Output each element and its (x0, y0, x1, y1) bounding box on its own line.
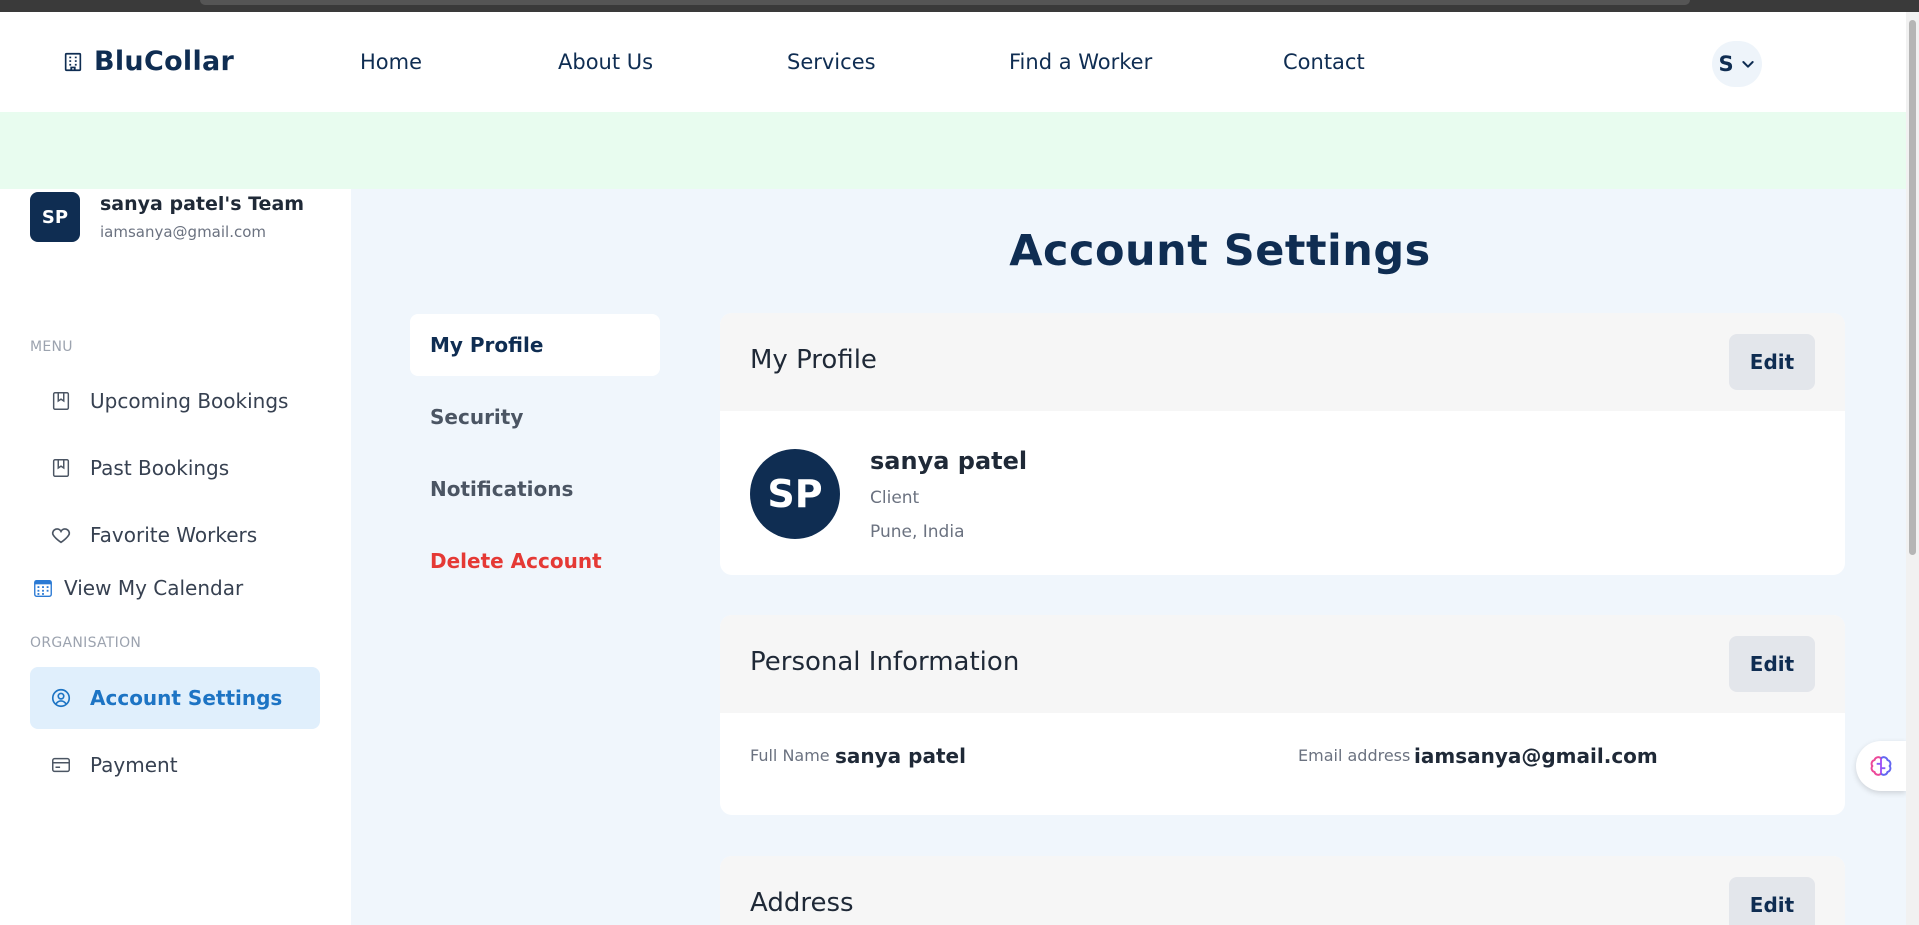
heart-icon (51, 528, 71, 544)
team-email: iamsanya@gmail.com (100, 223, 267, 241)
browser-address-bar-edge (200, 0, 1690, 5)
page-scrollbar[interactable] (1906, 12, 1919, 925)
sidebar-item-label: View My Calendar (64, 576, 244, 600)
email-label: Email address (1298, 746, 1411, 765)
profile-location: Pune, India (870, 522, 965, 542)
sidebar-item-label: Past Bookings (90, 456, 230, 480)
nav-link-home[interactable]: Home (360, 50, 422, 74)
full-name-value: sanya patel (835, 744, 966, 768)
profile-avatar: SP (750, 449, 840, 539)
brain-icon (1870, 756, 1892, 776)
sidebar: SP sanya patel's Team iamsanya@gmail.com… (0, 189, 351, 925)
calendar-icon (34, 579, 52, 597)
my-profile-card: My Profile Edit SP sanya patel Client Pu… (720, 313, 1845, 575)
page-title: Account Settings (1009, 226, 1431, 276)
bookmark-icon (52, 459, 70, 477)
user-initial: S (1718, 52, 1734, 76)
credit-card-icon (52, 757, 70, 773)
scrollbar-thumb[interactable] (1909, 20, 1916, 555)
card-header: My Profile Edit (720, 313, 1845, 411)
sidebar-item-payment[interactable]: Payment (30, 734, 320, 796)
sidebar-item-label: Favorite Workers (90, 523, 258, 547)
sidebar-item-label: Payment (90, 753, 178, 777)
sidebar-item-past-bookings[interactable]: Past Bookings (30, 437, 320, 499)
nav-link-services[interactable]: Services (787, 50, 876, 74)
edit-address-button[interactable]: Edit (1729, 877, 1815, 925)
card-header: Address Edit (720, 856, 1845, 925)
user-menu-button[interactable]: S (1712, 41, 1762, 87)
sidebar-item-account-settings[interactable]: Account Settings (30, 667, 320, 729)
sidebar-item-view-my-calendar[interactable]: View My Calendar (30, 557, 320, 619)
menu-section-label: MENU (30, 339, 73, 355)
chevron-down-icon (1741, 61, 1754, 68)
nav-link-contact[interactable]: Contact (1283, 50, 1365, 74)
subnav-security[interactable]: Security (410, 386, 660, 448)
profile-role: Client (870, 488, 920, 508)
subnav-notifications[interactable]: Notifications (410, 458, 660, 520)
navbar: BluCollar Home About Us Services Find a … (0, 12, 1906, 112)
full-name-label: Full Name (750, 746, 830, 765)
sidebar-item-label: Upcoming Bookings (90, 389, 289, 413)
team-avatar: SP (30, 192, 80, 242)
card-title: Address (750, 888, 854, 918)
profile-summary: SP sanya patel Client Pune, India (720, 411, 1845, 575)
organisation-section-label: ORGANISATION (30, 635, 142, 651)
brand-name: BluCollar (94, 46, 235, 77)
bookmark-icon (52, 392, 70, 410)
sidebar-item-label: Account Settings (90, 686, 283, 710)
card-title: Personal Information (750, 647, 1020, 677)
nav-link-find-a-worker[interactable]: Find a Worker (1009, 50, 1152, 74)
address-card: Address Edit (720, 856, 1845, 925)
assistant-button[interactable] (1856, 741, 1906, 791)
profile-name: sanya patel (870, 447, 1028, 475)
sidebar-item-upcoming-bookings[interactable]: Upcoming Bookings (30, 370, 320, 432)
browser-top-strip (0, 0, 1919, 12)
subnav-my-profile[interactable]: My Profile (410, 314, 660, 376)
card-header: Personal Information Edit (720, 615, 1845, 713)
team-name: sanya patel's Team (100, 193, 305, 215)
edit-personal-info-button[interactable]: Edit (1729, 636, 1815, 692)
user-circle-icon (51, 688, 71, 708)
notice-banner (0, 112, 1906, 189)
email-value: iamsanya@gmail.com (1414, 744, 1658, 768)
edit-profile-button[interactable]: Edit (1729, 334, 1815, 390)
subnav-delete-account[interactable]: Delete Account (410, 530, 660, 592)
personal-fields: Full Name sanya patel Email address iams… (720, 713, 1845, 815)
personal-information-card: Personal Information Edit Full Name sany… (720, 615, 1845, 815)
brand-logo[interactable]: BluCollar (62, 46, 234, 77)
building-icon (64, 52, 82, 71)
nav-link-about-us[interactable]: About Us (558, 50, 653, 74)
card-title: My Profile (750, 345, 877, 375)
